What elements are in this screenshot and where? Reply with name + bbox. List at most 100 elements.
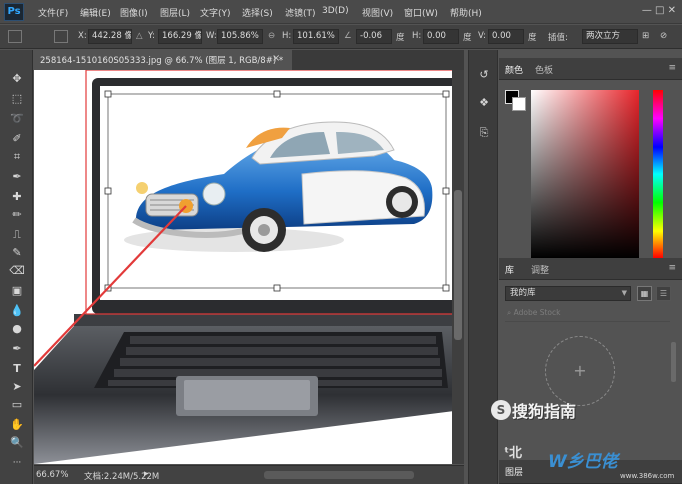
angle-field[interactable]: -0.06: [356, 29, 392, 44]
stock-search-placeholder: Adobe Stock: [513, 308, 561, 317]
status-bar: 66.67% 文档:2.24M/5.22M ▸: [34, 465, 464, 484]
close-tab-icon[interactable]: ×: [272, 53, 280, 64]
gradient-tool-icon[interactable]: ▣: [8, 282, 26, 300]
options-bar: X: 442.28 像素 △ Y: 166.29 像素 W: 105.86% ⊖…: [0, 25, 682, 49]
zoom-level[interactable]: 66.67%: [36, 470, 68, 480]
width-field[interactable]: 105.86%: [217, 29, 263, 44]
hue-slider[interactable]: [653, 90, 663, 258]
eyedropper-tool-icon[interactable]: ✒: [8, 168, 26, 186]
canvas-image: [34, 70, 464, 464]
menu-select[interactable]: 选择(S): [242, 6, 273, 19]
path-selection-tool-icon[interactable]: ➤: [8, 378, 26, 396]
chevron-down-icon: ▼: [621, 289, 627, 297]
panel-dock: ↺ ❖ ⎘: [468, 50, 498, 484]
marquee-tool-icon[interactable]: ⬚: [8, 90, 26, 108]
sougou-logo-icon: S: [491, 400, 511, 420]
libraries-panel-header: 库 调整 ≡: [499, 258, 682, 280]
photoshop-logo: Ps: [4, 3, 24, 21]
angle-icon: ∠: [344, 31, 352, 41]
tab-layers[interactable]: 图层: [505, 465, 523, 478]
menu-edit[interactable]: 编辑(E): [80, 6, 111, 19]
libraries-panel-menu-icon[interactable]: ≡: [668, 263, 676, 273]
crop-tool-icon[interactable]: ⌗: [8, 148, 26, 166]
quick-select-tool-icon[interactable]: ✐: [8, 130, 26, 148]
tools-panel: ✥ ⬚ ➰ ✐ ⌗ ✒ ✚ ✏ ⎍ ✎ ⌫ ▣ 💧 ● ✒ T ➤ ▭ ✋ 🔍 …: [0, 50, 33, 484]
reference-point-icon[interactable]: [8, 30, 22, 43]
tab-color[interactable]: 颜色: [505, 63, 523, 76]
libraries-icon[interactable]: ❖: [475, 94, 493, 112]
menu-image[interactable]: 图像(I): [120, 6, 148, 19]
document-tab-bar: 258164-1510160S05333.jpg @ 66.7% (图层 1, …: [34, 50, 464, 70]
partial-watermark-text: ᵗ北: [504, 446, 523, 461]
pen-tool-icon[interactable]: ✒: [8, 340, 26, 358]
lasso-tool-icon[interactable]: ➰: [8, 110, 26, 128]
tab-libraries[interactable]: 库: [505, 263, 514, 276]
menu-bar: Ps 文件(F) 编辑(E) 图像(I) 图层(L) 文字(Y) 选择(S) 滤…: [0, 0, 682, 24]
blur-tool-icon[interactable]: 💧: [8, 302, 26, 320]
properties-icon[interactable]: ⎘: [475, 124, 493, 142]
canvas[interactable]: [34, 70, 464, 464]
hand-tool-icon[interactable]: ✋: [8, 416, 26, 434]
type-tool-icon[interactable]: T: [8, 360, 26, 378]
stock-search-input[interactable]: ⌕ Adobe Stock: [505, 308, 670, 322]
status-menu-icon[interactable]: ▸: [144, 469, 149, 479]
h-skew-field[interactable]: 0.00: [423, 29, 459, 44]
color-panel-header: 颜色 色板 ≡: [499, 58, 682, 80]
horizontal-scrollbar[interactable]: [264, 471, 414, 479]
menu-window[interactable]: 窗口(W): [404, 6, 438, 19]
menu-type[interactable]: 文字(Y): [200, 6, 231, 19]
sougou-watermark: 搜狗指南: [512, 402, 577, 421]
h-skew-unit: 度: [463, 33, 472, 43]
document-tab[interactable]: 258164-1510160S05333.jpg @ 66.7% (图层 1, …: [34, 50, 292, 70]
history-icon[interactable]: ↺: [475, 66, 493, 84]
dodge-tool-icon[interactable]: ●: [8, 320, 26, 338]
library-select[interactable]: 我的库 ▼: [505, 286, 631, 301]
menu-filter[interactable]: 滤镜(T): [285, 6, 316, 19]
library-select-value: 我的库: [510, 288, 536, 298]
background-color-swatch[interactable]: [512, 97, 526, 111]
color-panel-menu-icon[interactable]: ≡: [668, 63, 676, 73]
clone-stamp-tool-icon[interactable]: ⎍: [8, 226, 26, 244]
site-watermark-url: www.386w.com: [620, 472, 675, 480]
menu-help[interactable]: 帮助(H): [450, 6, 482, 19]
w-label: W:: [206, 31, 217, 41]
interpolation-select[interactable]: 两次立方: [582, 29, 638, 44]
link-icon[interactable]: ⊖: [268, 31, 275, 41]
menu-file[interactable]: 文件(F): [38, 6, 68, 19]
menu-view[interactable]: 视图(V): [362, 6, 393, 19]
zoom-tool-icon[interactable]: 🔍: [8, 434, 26, 452]
x-position-field[interactable]: 442.28 像素: [88, 29, 132, 44]
vertical-scrollbar[interactable]: [452, 70, 464, 464]
color-panel: [499, 80, 682, 276]
menu-layer[interactable]: 图层(L): [160, 6, 190, 19]
search-icon: ⌕: [507, 308, 514, 317]
y-label: Y:: [148, 31, 155, 41]
brush-tool-icon[interactable]: ✏: [8, 206, 26, 224]
v-skew-unit: 度: [528, 33, 537, 43]
history-brush-tool-icon[interactable]: ✎: [8, 244, 26, 262]
angle-unit: 度: [396, 33, 405, 43]
warp-icon[interactable]: ⊞: [642, 31, 649, 41]
library-scrollbar[interactable]: [671, 342, 676, 382]
height-field[interactable]: 101.61%: [293, 29, 339, 44]
cancel-transform-icon[interactable]: ⊘: [660, 31, 667, 41]
grid-view-icon[interactable]: ▦: [637, 286, 652, 301]
v-skew-label: V:: [478, 31, 486, 41]
window-controls[interactable]: — □ ✕: [642, 5, 676, 16]
eraser-tool-icon[interactable]: ⌫: [8, 262, 26, 280]
menu-3d[interactable]: 3D(D): [322, 6, 349, 16]
move-tool-icon[interactable]: ✥: [8, 70, 26, 88]
y-position-field[interactable]: 166.29 像素: [158, 29, 202, 44]
edit-toolbar-icon[interactable]: ···: [8, 454, 26, 472]
rectangle-tool-icon[interactable]: ▭: [8, 396, 26, 414]
add-content-button[interactable]: +: [545, 336, 615, 406]
reference-grid-icon[interactable]: [54, 30, 68, 43]
healing-brush-tool-icon[interactable]: ✚: [8, 188, 26, 206]
list-view-icon[interactable]: ☰: [656, 286, 671, 301]
v-skew-field[interactable]: 0.00: [488, 29, 524, 44]
color-picker-field[interactable]: [531, 90, 639, 258]
x-label: X:: [78, 31, 87, 41]
tab-swatches[interactable]: 色板: [535, 63, 553, 76]
tab-adjustments[interactable]: 调整: [531, 263, 549, 276]
vertical-scroll-thumb[interactable]: [454, 190, 462, 340]
